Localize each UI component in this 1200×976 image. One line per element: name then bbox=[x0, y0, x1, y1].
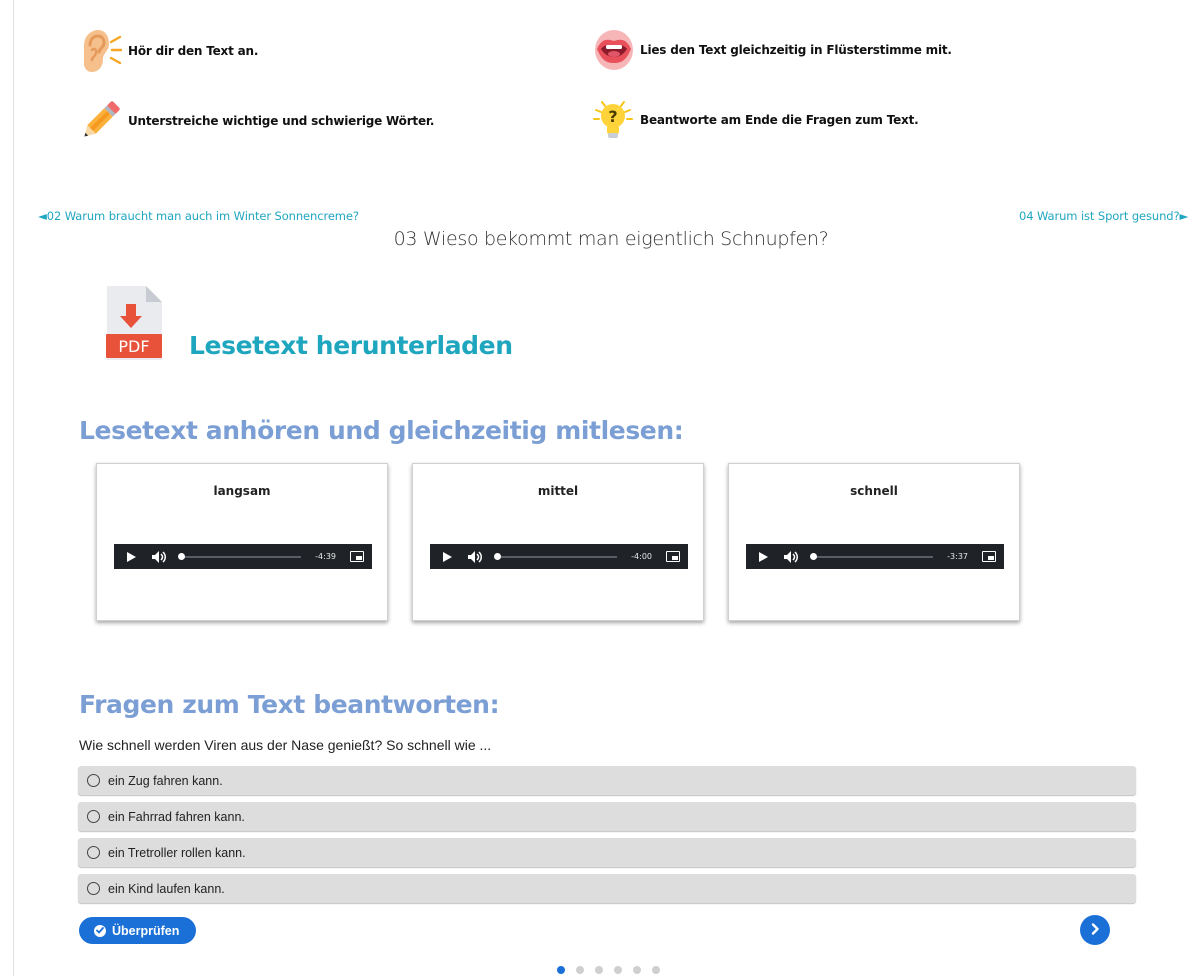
page-left-border bbox=[13, 0, 14, 976]
audio-progress-knob[interactable] bbox=[810, 552, 817, 560]
check-answer-label: Überprüfen bbox=[112, 923, 180, 938]
quiz-option-label: ein Zug fahren kann. bbox=[108, 773, 223, 788]
audio-remaining-time: -4:39 bbox=[315, 552, 336, 561]
quiz-option[interactable]: ein Tretroller rollen kann. bbox=[78, 838, 1136, 867]
picture-in-picture-icon[interactable] bbox=[666, 551, 680, 562]
chevron-right-icon bbox=[1090, 922, 1100, 938]
audio-speed-label: schnell bbox=[850, 484, 898, 498]
pdf-file-icon[interactable]: PDF bbox=[104, 284, 164, 367]
check-answer-button[interactable]: Überprüfen bbox=[79, 917, 196, 944]
mouth-icon bbox=[594, 29, 634, 71]
pagination-dot-4[interactable] bbox=[614, 966, 622, 974]
next-question-button[interactable] bbox=[1080, 915, 1110, 945]
pagination-dot-5[interactable] bbox=[633, 966, 641, 974]
tip-listen: Hör dir den Text an. bbox=[78, 28, 258, 74]
audio-speed-label: langsam bbox=[213, 484, 271, 498]
play-icon[interactable] bbox=[124, 550, 138, 564]
tip-whisper: Lies den Text gleichzeitig in Flüstersti… bbox=[594, 29, 952, 71]
tip-whisper-label: Lies den Text gleichzeitig in Flüstersti… bbox=[640, 43, 952, 57]
audio-card-fast: schnell -3:37 bbox=[728, 463, 1020, 621]
audio-progress-slider[interactable] bbox=[810, 552, 934, 560]
quiz-option-label: ein Fahrrad fahren kann. bbox=[108, 809, 245, 824]
play-icon[interactable] bbox=[756, 550, 770, 564]
lightbulb-question-icon: ? bbox=[592, 98, 634, 142]
radio-button[interactable] bbox=[87, 882, 100, 895]
audio-remaining-time: -4:00 bbox=[631, 552, 652, 561]
audio-card-slow: langsam -4:39 bbox=[96, 463, 388, 621]
radio-button[interactable] bbox=[87, 846, 100, 859]
audio-player: -4:00 bbox=[430, 544, 688, 569]
volume-icon[interactable] bbox=[152, 550, 168, 564]
audio-player: -3:37 bbox=[746, 544, 1004, 569]
check-circle-icon bbox=[94, 924, 106, 937]
quiz-option-label: ein Kind laufen kann. bbox=[108, 881, 225, 896]
quiz-option-label: ein Tretroller rollen kann. bbox=[108, 845, 246, 860]
audio-progress-slider[interactable] bbox=[178, 552, 302, 560]
listen-heading: Lesetext anhören und gleichzeitig mitles… bbox=[79, 416, 684, 445]
audio-card-medium: mittel -4:00 bbox=[412, 463, 704, 621]
pagination-dot-6[interactable] bbox=[652, 966, 660, 974]
prev-article-link[interactable]: ◄02 Warum braucht man auch im Winter Son… bbox=[38, 209, 359, 223]
svg-text:?: ? bbox=[608, 107, 617, 126]
tip-underline: Unterstreiche wichtige und schwierige Wö… bbox=[78, 98, 434, 144]
audio-progress-slider[interactable] bbox=[494, 552, 618, 560]
quiz-option[interactable]: ein Zug fahren kann. bbox=[78, 766, 1136, 795]
quiz-pagination bbox=[557, 966, 660, 974]
radio-button[interactable] bbox=[87, 774, 100, 787]
download-reading-text-link[interactable]: Lesetext herunterladen bbox=[189, 331, 513, 360]
pencil-icon bbox=[78, 98, 122, 144]
tip-answer: ? Beantworte am Ende die Fragen zum Text… bbox=[592, 98, 919, 142]
picture-in-picture-icon[interactable] bbox=[350, 551, 364, 562]
audio-progress-knob[interactable] bbox=[494, 552, 501, 560]
page-title: 03 Wieso bekommt man eigentlich Schnupfe… bbox=[393, 228, 829, 250]
audio-progress-knob[interactable] bbox=[178, 552, 185, 560]
pagination-dot-3[interactable] bbox=[595, 966, 603, 974]
quiz-option[interactable]: ein Kind laufen kann. bbox=[78, 874, 1136, 903]
quiz-question: Wie schnell werden Viren aus der Nase ge… bbox=[79, 737, 492, 753]
ear-icon bbox=[78, 28, 122, 74]
tip-listen-label: Hör dir den Text an. bbox=[128, 44, 259, 58]
volume-icon[interactable] bbox=[784, 550, 800, 564]
quiz-heading: Fragen zum Text beantworten: bbox=[79, 690, 500, 719]
quiz-option[interactable]: ein Fahrrad fahren kann. bbox=[78, 802, 1136, 831]
play-icon[interactable] bbox=[440, 550, 454, 564]
pdf-icon-text: PDF bbox=[118, 337, 149, 356]
pagination-dot-2[interactable] bbox=[576, 966, 584, 974]
tip-answer-label: Beantworte am Ende die Fragen zum Text. bbox=[640, 113, 919, 127]
pagination-dot-1[interactable] bbox=[557, 966, 565, 974]
audio-speed-label: mittel bbox=[537, 484, 579, 498]
tip-underline-label: Unterstreiche wichtige und schwierige Wö… bbox=[128, 114, 435, 128]
audio-remaining-time: -3:37 bbox=[947, 552, 968, 561]
audio-player: -4:39 bbox=[114, 544, 372, 569]
volume-icon[interactable] bbox=[468, 550, 484, 564]
picture-in-picture-icon[interactable] bbox=[982, 551, 996, 562]
next-article-link[interactable]: 04 Warum ist Sport gesund?► bbox=[1019, 209, 1188, 223]
radio-button[interactable] bbox=[87, 810, 100, 823]
